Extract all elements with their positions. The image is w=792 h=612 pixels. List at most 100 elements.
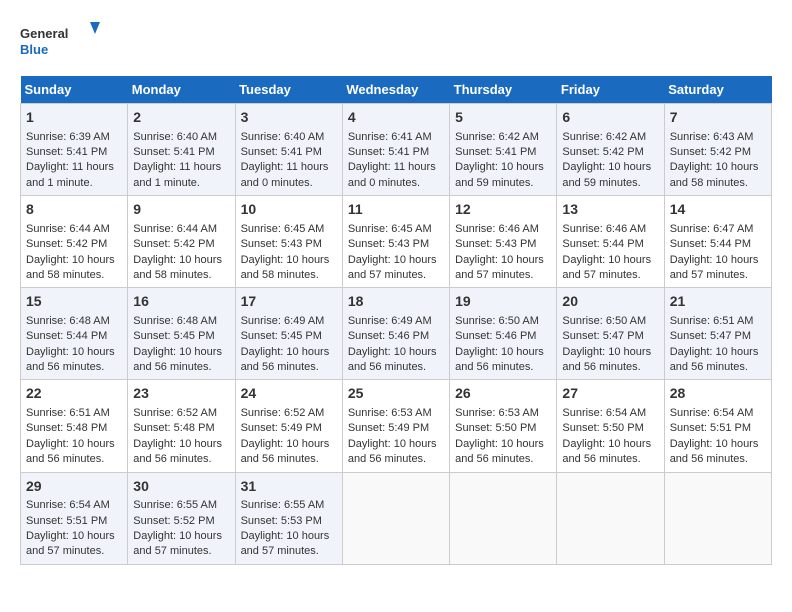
day-number: 26 [455,384,551,404]
day-info-line: and 57 minutes. [455,268,551,283]
day-number: 15 [26,292,122,312]
day-info-line: Daylight: 10 hours [26,345,122,360]
header-cell-wednesday: Wednesday [342,76,449,104]
day-number: 30 [133,477,229,497]
day-info-line: and 59 minutes. [562,176,658,191]
day-info-line: Daylight: 10 hours [455,160,551,175]
day-info-line: Daylight: 10 hours [562,437,658,452]
day-info-line: Sunrise: 6:48 AM [133,314,229,329]
day-info-line: Sunset: 5:43 PM [348,237,444,252]
day-cell: 26Sunrise: 6:53 AMSunset: 5:50 PMDayligh… [450,380,557,472]
day-number: 20 [562,292,658,312]
day-info-line: Sunset: 5:43 PM [455,237,551,252]
day-info-line: Sunset: 5:49 PM [348,421,444,436]
day-cell: 19Sunrise: 6:50 AMSunset: 5:46 PMDayligh… [450,288,557,380]
day-number: 16 [133,292,229,312]
day-cell [557,472,664,564]
day-cell: 12Sunrise: 6:46 AMSunset: 5:43 PMDayligh… [450,196,557,288]
day-number: 18 [348,292,444,312]
day-info-line: and 56 minutes. [455,452,551,467]
svg-text:General: General [20,26,68,41]
day-cell: 10Sunrise: 6:45 AMSunset: 5:43 PMDayligh… [235,196,342,288]
day-info-line: and 57 minutes. [670,268,766,283]
day-cell: 6Sunrise: 6:42 AMSunset: 5:42 PMDaylight… [557,104,664,196]
week-row-5: 29Sunrise: 6:54 AMSunset: 5:51 PMDayligh… [21,472,772,564]
day-info-line: Daylight: 10 hours [133,253,229,268]
day-info-line: Sunset: 5:45 PM [241,329,337,344]
day-info-line: Sunset: 5:47 PM [562,329,658,344]
day-number: 25 [348,384,444,404]
day-info-line: Sunrise: 6:40 AM [241,130,337,145]
day-info-line: Daylight: 10 hours [26,437,122,452]
day-number: 7 [670,108,766,128]
day-info-line: Sunrise: 6:51 AM [670,314,766,329]
day-info-line: and 1 minute. [133,176,229,191]
day-cell: 20Sunrise: 6:50 AMSunset: 5:47 PMDayligh… [557,288,664,380]
day-info-line: Sunrise: 6:42 AM [455,130,551,145]
day-info-line: Daylight: 10 hours [562,345,658,360]
day-info-line: Sunset: 5:45 PM [133,329,229,344]
day-info-line: Sunrise: 6:55 AM [241,498,337,513]
day-info-line: Sunset: 5:46 PM [455,329,551,344]
day-info-line: Sunrise: 6:43 AM [670,130,766,145]
header-cell-saturday: Saturday [664,76,771,104]
day-info-line: Sunrise: 6:53 AM [455,406,551,421]
day-info-line: and 56 minutes. [348,452,444,467]
day-number: 5 [455,108,551,128]
day-info-line: and 57 minutes. [562,268,658,283]
day-info-line: Sunset: 5:44 PM [26,329,122,344]
day-info-line: Daylight: 10 hours [455,437,551,452]
day-info-line: and 56 minutes. [455,360,551,375]
header-cell-friday: Friday [557,76,664,104]
day-number: 24 [241,384,337,404]
day-info-line: and 0 minutes. [241,176,337,191]
day-cell: 23Sunrise: 6:52 AMSunset: 5:48 PMDayligh… [128,380,235,472]
day-info-line: Sunrise: 6:46 AM [455,222,551,237]
day-info-line: Sunrise: 6:42 AM [562,130,658,145]
day-info-line: Daylight: 10 hours [670,437,766,452]
day-cell: 7Sunrise: 6:43 AMSunset: 5:42 PMDaylight… [664,104,771,196]
day-info-line: Sunrise: 6:52 AM [133,406,229,421]
day-info-line: and 56 minutes. [26,452,122,467]
day-info-line: Sunset: 5:43 PM [241,237,337,252]
day-info-line: Sunset: 5:52 PM [133,514,229,529]
day-info-line: Sunrise: 6:49 AM [241,314,337,329]
day-info-line: Daylight: 10 hours [133,345,229,360]
day-info-line: and 56 minutes. [670,360,766,375]
day-info-line: Daylight: 10 hours [670,345,766,360]
day-number: 17 [241,292,337,312]
day-info-line: Sunset: 5:41 PM [241,145,337,160]
day-info-line: Daylight: 10 hours [455,253,551,268]
header-cell-tuesday: Tuesday [235,76,342,104]
day-info-line: and 0 minutes. [348,176,444,191]
day-info-line: Sunrise: 6:45 AM [348,222,444,237]
day-info-line: Sunrise: 6:54 AM [562,406,658,421]
day-info-line: and 58 minutes. [26,268,122,283]
day-info-line: Sunset: 5:42 PM [562,145,658,160]
day-cell: 1Sunrise: 6:39 AMSunset: 5:41 PMDaylight… [21,104,128,196]
day-number: 1 [26,108,122,128]
week-row-1: 1Sunrise: 6:39 AMSunset: 5:41 PMDaylight… [21,104,772,196]
day-cell: 31Sunrise: 6:55 AMSunset: 5:53 PMDayligh… [235,472,342,564]
day-info-line: and 1 minute. [26,176,122,191]
day-info-line: and 56 minutes. [26,360,122,375]
day-info-line: Sunrise: 6:47 AM [670,222,766,237]
day-info-line: Sunrise: 6:51 AM [26,406,122,421]
day-number: 3 [241,108,337,128]
day-info-line: and 57 minutes. [26,544,122,559]
day-cell: 4Sunrise: 6:41 AMSunset: 5:41 PMDaylight… [342,104,449,196]
day-cell: 29Sunrise: 6:54 AMSunset: 5:51 PMDayligh… [21,472,128,564]
header-cell-sunday: Sunday [21,76,128,104]
day-info-line: Sunset: 5:41 PM [455,145,551,160]
day-info-line: Daylight: 10 hours [133,437,229,452]
day-info-line: Sunrise: 6:44 AM [133,222,229,237]
day-info-line: Daylight: 10 hours [670,160,766,175]
day-info-line: and 56 minutes. [133,452,229,467]
day-number: 4 [348,108,444,128]
day-number: 27 [562,384,658,404]
day-info-line: Sunrise: 6:55 AM [133,498,229,513]
header-cell-thursday: Thursday [450,76,557,104]
calendar-header: SundayMondayTuesdayWednesdayThursdayFrid… [21,76,772,104]
day-info-line: and 56 minutes. [241,452,337,467]
day-cell: 17Sunrise: 6:49 AMSunset: 5:45 PMDayligh… [235,288,342,380]
